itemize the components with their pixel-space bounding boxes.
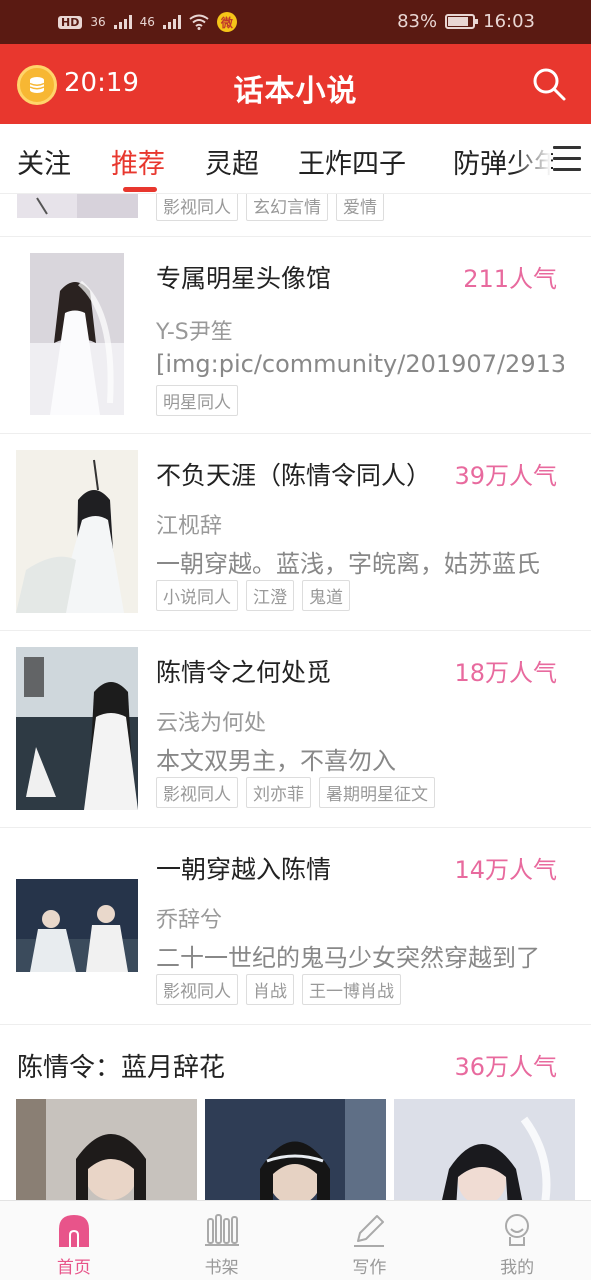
bottom-nav: 首页 书架 写作 我的 <box>0 1200 591 1280</box>
story-feed[interactable]: 影视同人 玄幻言情 爱情 专属明星头像馆 211人气 Y-S尹笙 [img:pi… <box>0 194 591 1200</box>
popularity: 36万人气 <box>454 1053 557 1081</box>
story-cover <box>16 647 138 810</box>
search-icon[interactable] <box>531 66 567 102</box>
story-title[interactable]: 陈情令之何处觅 <box>156 653 436 689</box>
story-tags: 明星同人 <box>156 385 238 416</box>
story-tag[interactable]: 刘亦菲 <box>246 777 311 808</box>
story-author[interactable]: 乔辞兮 <box>156 902 222 934</box>
story-tag[interactable]: 暑期明星征文 <box>319 777 435 808</box>
story-author[interactable]: 江枧辞 <box>156 508 222 540</box>
tab-follow[interactable]: 关注 <box>17 142 71 181</box>
popularity: 18万人气 <box>454 659 557 687</box>
story-description: [img:pic/community/201907/2913 <box>156 350 564 378</box>
popularity: 14万人气 <box>454 856 557 884</box>
story-cover <box>30 253 124 415</box>
hd-badge: HD <box>58 15 83 29</box>
tab-lingchao[interactable]: 灵超 <box>205 142 259 181</box>
story-tags: 影视同人 玄幻言情 爱情 <box>156 194 384 221</box>
story-author[interactable]: Y-S尹笙 <box>156 314 233 346</box>
story-tag[interactable]: 明星同人 <box>156 385 238 416</box>
signal-bars-icon <box>162 15 181 29</box>
story-cover <box>16 450 138 613</box>
signal-bars-icon <box>113 15 132 29</box>
story-tag[interactable]: 江澄 <box>246 580 294 611</box>
nav-home[interactable]: 首页 <box>0 1201 148 1280</box>
app-bar: 20:19 话本小说 <box>0 44 591 124</box>
story-image[interactable] <box>16 1099 197 1200</box>
nav-write-label: 写作 <box>352 1258 387 1278</box>
featured-story[interactable]: 陈情令：蓝月辞花 36万人气 <box>0 1025 591 1200</box>
signal-label-1: 36 <box>90 15 106 29</box>
list-item[interactable]: 陈情令之何处觅 18万人气 云浅为何处 本文双男主，不喜勿入 影视同人 刘亦菲 … <box>0 631 591 828</box>
profile-icon <box>505 1214 530 1246</box>
story-tags: 影视同人 肖战 王一博肖战 <box>156 974 401 1005</box>
tab-wangzha-sizi[interactable]: 王炸四子 <box>298 142 406 181</box>
signal-label-2: 46 <box>139 15 155 29</box>
nav-bookshelf-label: 书架 <box>204 1258 239 1278</box>
app-title: 话本小说 <box>233 74 358 109</box>
list-item[interactable]: 专属明星头像馆 211人气 Y-S尹笙 [img:pic/community/2… <box>0 237 591 434</box>
story-description: 本文双男主，不喜勿入 <box>156 747 396 775</box>
clock: 16:03 <box>483 11 535 32</box>
nav-home-label: 首页 <box>56 1258 91 1278</box>
story-tag[interactable]: 影视同人 <box>156 974 238 1005</box>
category-tabs: 关注 推荐 灵超 王炸四子 防弹少年团 <box>0 124 591 194</box>
story-tag[interactable]: 王一博肖战 <box>302 974 401 1005</box>
story-cover <box>17 194 138 218</box>
featured-images <box>16 1099 575 1200</box>
nav-profile-label: 我的 <box>500 1258 535 1278</box>
story-tag[interactable]: 玄幻言情 <box>246 194 328 221</box>
menu-icon[interactable] <box>553 146 581 172</box>
list-item[interactable]: 影视同人 玄幻言情 爱情 <box>0 194 591 237</box>
story-title[interactable]: 专属明星头像馆 <box>156 259 446 295</box>
story-cover <box>16 879 138 972</box>
battery-percent: 83% <box>397 11 438 32</box>
story-tag[interactable]: 小说同人 <box>156 580 238 611</box>
story-tags: 影视同人 刘亦菲 暑期明星征文 <box>156 777 435 808</box>
story-title[interactable]: 一朝穿越入陈情 <box>156 850 436 886</box>
story-title[interactable]: 不负天涯（陈情令同人） <box>156 456 436 492</box>
active-tab-indicator <box>123 187 157 192</box>
story-description: 二十一世纪的鬼马少女突然穿越到了 <box>156 944 540 972</box>
story-tags: 小说同人 江澄 鬼道 <box>156 580 350 611</box>
story-tag[interactable]: 影视同人 <box>156 777 238 808</box>
wifi-icon <box>189 14 209 30</box>
story-tag[interactable]: 影视同人 <box>156 194 238 221</box>
story-description: 一朝穿越。蓝浅，字皖离，姑苏蓝氏 <box>156 550 540 578</box>
bookshelf-icon <box>204 1214 239 1246</box>
nav-bookshelf[interactable]: 书架 <box>148 1201 296 1280</box>
list-item[interactable]: 一朝穿越入陈情 14万人气 乔辞兮 二十一世纪的鬼马少女突然穿越到了 影视同人 … <box>0 828 591 1025</box>
nav-write[interactable]: 写作 <box>296 1201 444 1280</box>
story-tag[interactable]: 鬼道 <box>302 580 350 611</box>
popularity: 39万人气 <box>454 462 557 490</box>
battery-icon <box>445 14 479 29</box>
pencil-icon <box>354 1215 385 1247</box>
nav-profile[interactable]: 我的 <box>443 1201 591 1280</box>
tab-recommend[interactable]: 推荐 <box>111 142 165 181</box>
story-image[interactable] <box>394 1099 575 1200</box>
list-item[interactable]: 不负天涯（陈情令同人） 39万人气 江枧辞 一朝穿越。蓝浅，字皖离，姑苏蓝氏 小… <box>0 434 591 631</box>
weibo-icon: 微 <box>216 12 237 32</box>
story-author[interactable]: 云浅为何处 <box>156 705 266 737</box>
story-tag[interactable]: 肖战 <box>246 974 294 1005</box>
home-icon <box>58 1215 89 1247</box>
popularity: 211人气 <box>463 265 557 293</box>
story-image[interactable] <box>205 1099 386 1200</box>
status-bar: HD 36 46 微 83% 16:03 <box>0 0 591 44</box>
story-title[interactable]: 陈情令：蓝月辞花 <box>17 1047 225 1084</box>
story-tag[interactable]: 爱情 <box>336 194 384 221</box>
